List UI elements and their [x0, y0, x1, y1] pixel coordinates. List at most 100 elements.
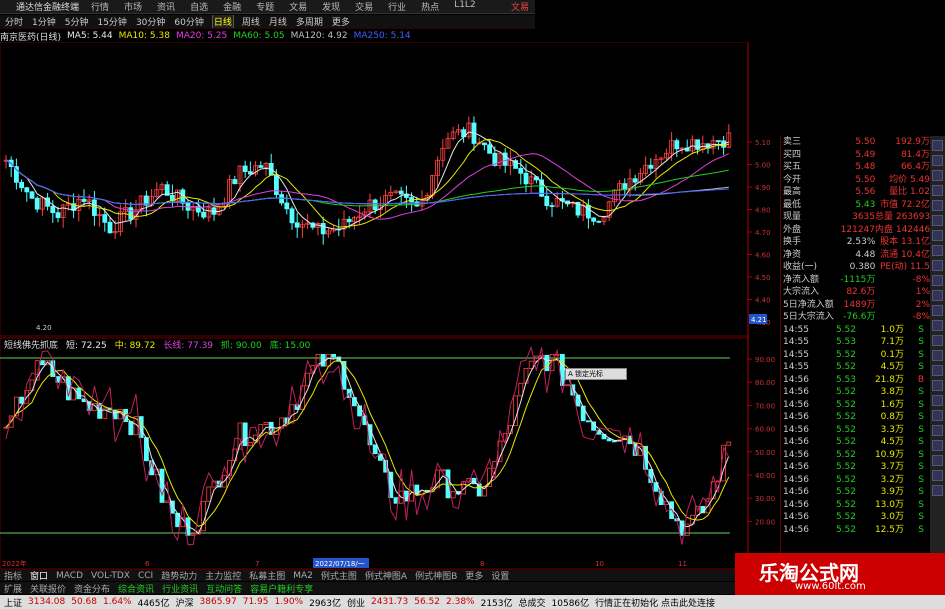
- info-tab[interactable]: 容易户籍利专享: [250, 582, 313, 595]
- quote-extra: 66.4万: [900, 162, 930, 172]
- indicator-tab[interactable]: 窗口: [30, 570, 48, 581]
- period-tab[interactable]: 分时: [4, 15, 24, 28]
- side-tool-icon[interactable]: [932, 350, 943, 361]
- indicator-axis-label: 40.00: [755, 472, 775, 480]
- date-axis-label: 7: [255, 560, 259, 568]
- kline-chart[interactable]: 5.105.004.904.804.704.604.504.404.304.20…: [0, 42, 780, 569]
- tick-price: 5.52: [835, 512, 856, 522]
- side-tool-icon[interactable]: [932, 485, 943, 496]
- indicator-bar: [403, 490, 409, 502]
- side-tool-icon[interactable]: [932, 470, 943, 481]
- indicator-tab[interactable]: MA2: [293, 571, 313, 581]
- menu-item[interactable]: 行情: [91, 0, 109, 13]
- main-menu: 行情 市场 资讯 自选 金融 专题 文易 发现 交易 行业 热点 L1L2: [91, 0, 491, 13]
- period-tab[interactable]: 5分钟: [64, 15, 90, 28]
- price-axis-label: 4.80: [755, 207, 771, 215]
- side-tool-icon[interactable]: [932, 305, 943, 316]
- candle-body: [128, 207, 134, 220]
- side-tool-icon[interactable]: [932, 455, 943, 466]
- status-item: 10586亿: [551, 598, 590, 609]
- indicator-tab[interactable]: 趋势动力: [161, 570, 197, 581]
- menu-item[interactable]: 市场: [124, 0, 142, 13]
- info-tab[interactable]: 综合资讯: [118, 582, 154, 595]
- indicator-tab[interactable]: 例式神图B: [415, 570, 457, 581]
- menu-item[interactable]: 发现: [322, 0, 340, 13]
- side-tool-icon[interactable]: [932, 200, 943, 211]
- side-tool-icon[interactable]: [932, 260, 943, 271]
- indicator-tab[interactable]: 设置: [491, 570, 509, 581]
- indicator-tab[interactable]: 主力监控: [205, 570, 241, 581]
- period-tab[interactable]: 多周期: [295, 15, 324, 28]
- quote-row: 净流入额 -1115万 -8%: [781, 274, 930, 287]
- tick-time: 14:56: [783, 449, 809, 460]
- indicator-tab[interactable]: 例式神图A: [365, 570, 407, 581]
- tick-price: 5.52: [835, 437, 856, 447]
- side-tool-icon[interactable]: [932, 230, 943, 241]
- side-tool-icon[interactable]: [932, 395, 943, 406]
- menu-item[interactable]: 行业: [388, 0, 406, 13]
- indicator-tab[interactable]: VOL-TDX: [91, 571, 130, 581]
- indicator-tab[interactable]: 更多: [465, 570, 483, 581]
- period-tab[interactable]: 周线: [241, 15, 261, 28]
- candle-body: [544, 195, 550, 206]
- period-tab[interactable]: 1分钟: [31, 15, 57, 28]
- indicator-tab[interactable]: CCI: [138, 571, 153, 581]
- side-tool-icon[interactable]: [932, 320, 943, 331]
- side-tool-icon[interactable]: [932, 215, 943, 226]
- side-tool-icon[interactable]: [932, 365, 943, 376]
- menu-item[interactable]: 交易: [355, 0, 373, 13]
- title-tag[interactable]: 文易: [511, 0, 529, 13]
- side-tool-icon[interactable]: [932, 410, 943, 421]
- candle-body: [107, 221, 113, 234]
- menu-item[interactable]: 专题: [256, 0, 274, 13]
- indicator-mid-line: [5, 358, 730, 527]
- side-tool-icon[interactable]: [932, 380, 943, 391]
- side-tool-icon[interactable]: [932, 185, 943, 196]
- date-axis-label: 2022/07/18/一: [315, 560, 365, 568]
- menu-item[interactable]: 文易: [289, 0, 307, 13]
- side-tool-icon[interactable]: [932, 425, 943, 436]
- side-tool-icon[interactable]: [932, 290, 943, 301]
- indicator-tab[interactable]: MACD: [56, 571, 83, 581]
- menu-item[interactable]: L1L2: [454, 0, 475, 13]
- info-tab[interactable]: 互动问答: [206, 582, 242, 595]
- side-tool-icon[interactable]: [932, 335, 943, 346]
- candle-body: [258, 165, 264, 168]
- menu-item[interactable]: 金融: [223, 0, 241, 13]
- indicator-tab[interactable]: 私募主图: [249, 570, 285, 581]
- tick-row: 14:56 5.52 3.2万 S: [781, 474, 930, 487]
- tick-side: S: [918, 387, 924, 397]
- lock-cursor-tooltip[interactable]: A 锁定光标: [565, 368, 627, 380]
- candle-body: [523, 172, 529, 185]
- menu-item[interactable]: 资讯: [157, 0, 175, 13]
- info-tab[interactable]: 扩展: [4, 582, 22, 595]
- menu-item[interactable]: 热点: [421, 0, 439, 13]
- tick-row: 14:56 5.53 21.8万 B: [781, 374, 930, 387]
- side-tool-icon[interactable]: [932, 170, 943, 181]
- tick-time: 14:56: [783, 424, 809, 435]
- period-tab[interactable]: 日线: [211, 15, 234, 28]
- candle-body: [586, 204, 591, 219]
- indicator-tab[interactable]: 例式主图: [321, 570, 357, 581]
- period-tab[interactable]: 60分钟: [173, 15, 204, 28]
- quote-label: 卖三: [783, 137, 802, 147]
- tick-price: 5.52: [835, 449, 856, 460]
- side-tool-icon[interactable]: [932, 275, 943, 286]
- side-tool-icon[interactable]: [932, 155, 943, 166]
- tick-row: 14:56 5.52 12.5万 S: [781, 524, 930, 537]
- period-tab[interactable]: 30分钟: [135, 15, 166, 28]
- menu-item[interactable]: 自选: [190, 0, 208, 13]
- indicator-tab[interactable]: 指标: [4, 570, 22, 581]
- side-tool-icon[interactable]: [932, 440, 943, 451]
- info-tab[interactable]: 资金分布: [74, 582, 110, 595]
- info-tab[interactable]: 行业资讯: [162, 582, 198, 595]
- period-tab[interactable]: 15分钟: [96, 15, 127, 28]
- period-tab[interactable]: 月线: [268, 15, 288, 28]
- quote-extra: 1%: [915, 287, 930, 297]
- side-tool-icon[interactable]: [932, 140, 943, 151]
- period-tab[interactable]: 更多: [331, 15, 351, 28]
- info-tab[interactable]: 关联报价: [30, 582, 66, 595]
- quote-value: -76.6万: [843, 312, 876, 322]
- quote-label: 外盘: [783, 224, 802, 235]
- side-tool-icon[interactable]: [932, 245, 943, 256]
